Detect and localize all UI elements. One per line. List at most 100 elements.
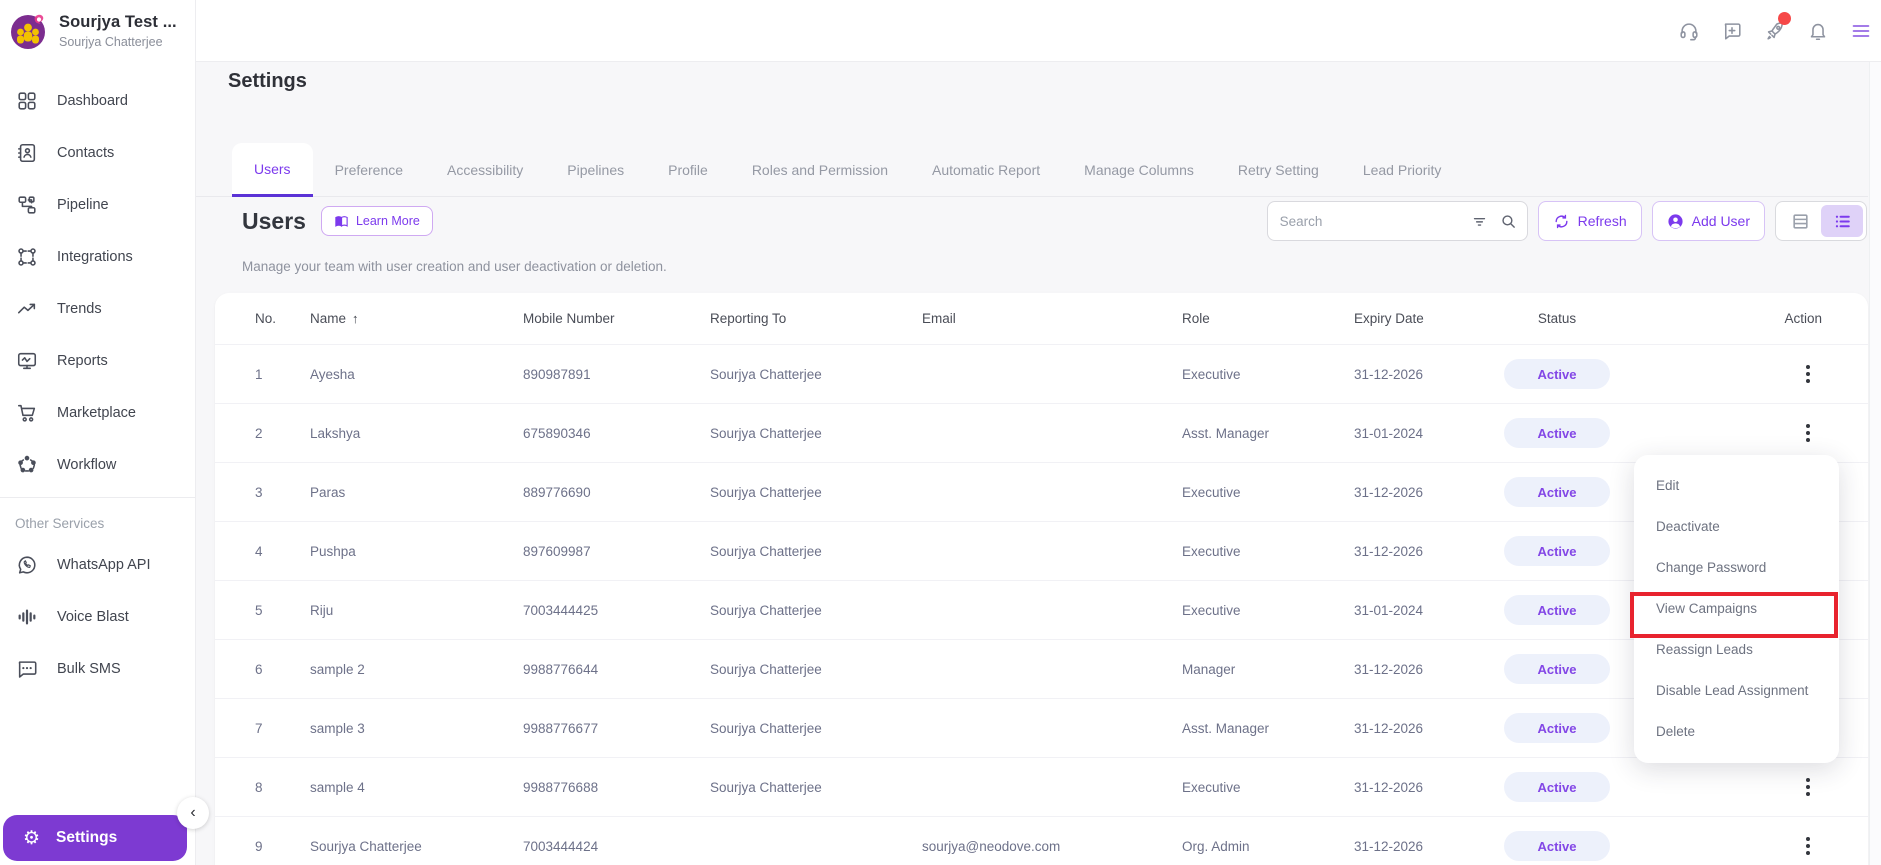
topbar-icons xyxy=(1677,11,1873,43)
page-title: Settings xyxy=(228,70,307,92)
column-header-expiry-date: Expiry Date xyxy=(1354,311,1424,326)
sidebar-item-marketplace[interactable]: Marketplace xyxy=(0,387,195,439)
tab-accessibility[interactable]: Accessibility xyxy=(425,143,545,196)
sidebar-item-workflow[interactable]: Workflow xyxy=(0,439,195,491)
table-view-button[interactable] xyxy=(1779,205,1821,237)
refresh-button[interactable]: Refresh xyxy=(1537,201,1642,241)
status-badge: Active xyxy=(1504,831,1610,861)
dashboard-icon xyxy=(15,90,38,113)
message-plus-icon[interactable] xyxy=(1720,19,1744,43)
tab-pipelines[interactable]: Pipelines xyxy=(545,143,646,196)
settings-button-label: Settings xyxy=(56,829,118,846)
menu-item-view-campaigns[interactable]: View Campaigns xyxy=(1634,588,1839,629)
search-input[interactable] xyxy=(1279,213,1471,229)
page-scrollbar[interactable] xyxy=(1869,62,1881,865)
workflow-icon xyxy=(15,454,38,477)
row-actions-kebab-icon[interactable] xyxy=(1802,777,1814,797)
column-header-email: Email xyxy=(922,311,956,326)
row-actions-kebab-icon[interactable] xyxy=(1802,836,1814,856)
org-logo xyxy=(8,11,48,51)
sidebar-item-integrations[interactable]: Integrations xyxy=(0,231,195,283)
menu-item-disable-lead-assignment[interactable]: Disable Lead Assignment xyxy=(1634,670,1839,711)
main-content: Settings Users Preference Accessibility Pip… xyxy=(195,62,1881,865)
menu-item-reassign-leads[interactable]: Reassign Leads xyxy=(1634,629,1839,670)
tab-preference[interactable]: Preference xyxy=(313,143,425,196)
column-header-reporting-to: Reporting To xyxy=(710,311,787,326)
row-actions-kebab-icon[interactable] xyxy=(1802,364,1814,384)
book-icon xyxy=(335,215,348,227)
tab-users[interactable]: Users xyxy=(232,143,313,197)
search-icon[interactable] xyxy=(1500,213,1517,230)
table-row: 9 Sourjya Chatterjee 7003444424 sourjya@… xyxy=(215,817,1868,865)
status-badge: Active xyxy=(1504,772,1610,802)
menu-item-change-password[interactable]: Change Password xyxy=(1634,547,1839,588)
tab-manage-columns[interactable]: Manage Columns xyxy=(1062,143,1216,196)
column-header-status: Status xyxy=(1537,311,1577,326)
table-row: 8 sample 4 9988776688 Sourjya Chatterjee… xyxy=(215,758,1868,817)
sidebar-services-nav: WhatsApp API Voice Blast Bulk SMS xyxy=(0,539,195,695)
org-user-name: Sourjya Chatterjee xyxy=(59,35,163,49)
status-badge: Active xyxy=(1504,359,1610,389)
add-user-button[interactable]: Add User xyxy=(1651,201,1765,241)
search-box xyxy=(1266,201,1528,241)
sidebar-item-bulk-sms[interactable]: Bulk SMS xyxy=(0,643,195,695)
sidebar-item-dashboard[interactable]: Dashboard xyxy=(0,75,195,127)
tab-profile[interactable]: Profile xyxy=(646,143,730,196)
table-header-row: No. Name ↑ Mobile Number Reporting To Email Ro… xyxy=(215,293,1868,345)
menu-item-deactivate[interactable]: Deactivate xyxy=(1634,506,1839,547)
topbar xyxy=(195,0,1881,62)
org-name: Sourjya Test ... xyxy=(59,13,177,31)
bell-icon[interactable] xyxy=(1806,19,1830,43)
table-row: 7 sample 3 9988776677 Sourjya Chatterjee… xyxy=(215,699,1868,758)
menu-item-edit[interactable]: Edit xyxy=(1634,465,1839,506)
add-user-label: Add User xyxy=(1691,213,1750,229)
sidebar-collapse-button[interactable]: ‹ xyxy=(177,797,209,829)
sidebar-item-whatsapp-api[interactable]: WhatsApp API xyxy=(0,539,195,591)
sidebar-settings-button[interactable]: ⚙ Settings xyxy=(3,815,187,861)
pipeline-icon xyxy=(15,194,38,217)
status-badge: Active xyxy=(1504,713,1610,743)
menu-icon[interactable] xyxy=(1849,19,1873,43)
table-body: 1 Ayesha 890987891 Sourjya Chatterjee Ex… xyxy=(215,345,1868,865)
users-section-title: Users xyxy=(242,207,306,234)
refresh-label: Refresh xyxy=(1577,213,1627,229)
tab-roles-and-permission[interactable]: Roles and Permission xyxy=(730,143,910,196)
column-header-no: No. xyxy=(255,311,277,326)
bulk-sms-icon xyxy=(15,658,38,681)
status-badge: Active xyxy=(1504,536,1610,566)
sidebar-item-contacts[interactable]: Contacts xyxy=(0,127,195,179)
sidebar-item-pipeline[interactable]: Pipeline xyxy=(0,179,195,231)
status-badge: Active xyxy=(1504,477,1610,507)
column-header-mobile-number: Mobile Number xyxy=(523,311,615,326)
tab-retry-setting[interactable]: Retry Setting xyxy=(1216,143,1341,196)
notification-dot xyxy=(1778,11,1791,25)
trends-icon xyxy=(15,298,38,321)
status-badge: Active xyxy=(1504,418,1610,448)
menu-item-delete[interactable]: Delete xyxy=(1634,711,1839,752)
rocket-icon[interactable] xyxy=(1763,11,1791,43)
reports-icon xyxy=(15,350,38,373)
table-view-icon xyxy=(1792,213,1808,229)
sidebar-item-reports[interactable]: Reports xyxy=(0,335,195,387)
other-services-label: Other Services xyxy=(15,516,105,531)
table-row: 1 Ayesha 890987891 Sourjya Chatterjee Ex… xyxy=(215,345,1868,404)
tab-automatic-report[interactable]: Automatic Report xyxy=(910,143,1062,196)
filter-icon[interactable] xyxy=(1471,213,1488,230)
sidebar-item-voice-blast[interactable]: Voice Blast xyxy=(0,591,195,643)
column-header-role: Role xyxy=(1182,311,1210,326)
sort-asc-icon: ↑ xyxy=(352,311,359,326)
status-badge: Active xyxy=(1504,595,1610,625)
learn-more-button[interactable]: Learn More xyxy=(320,206,433,236)
sidebar-item-trends[interactable]: Trends xyxy=(0,283,195,335)
whatsapp-icon xyxy=(15,554,38,577)
row-action-context-menu: Edit Deactivate Change Password View Campai… xyxy=(1634,455,1839,763)
voice-blast-icon xyxy=(15,606,38,629)
headset-icon[interactable] xyxy=(1677,19,1701,43)
learn-more-label: Learn More xyxy=(355,214,420,228)
app-window: Sourjya Test ... Sourjya Chatterjee Dash… xyxy=(0,0,1881,865)
list-view-button[interactable] xyxy=(1821,205,1863,237)
column-header-name[interactable]: Name ↑ xyxy=(310,311,523,326)
view-toggle xyxy=(1775,201,1867,241)
row-actions-kebab-icon[interactable] xyxy=(1802,423,1814,443)
tab-lead-priority[interactable]: Lead Priority xyxy=(1341,143,1464,196)
